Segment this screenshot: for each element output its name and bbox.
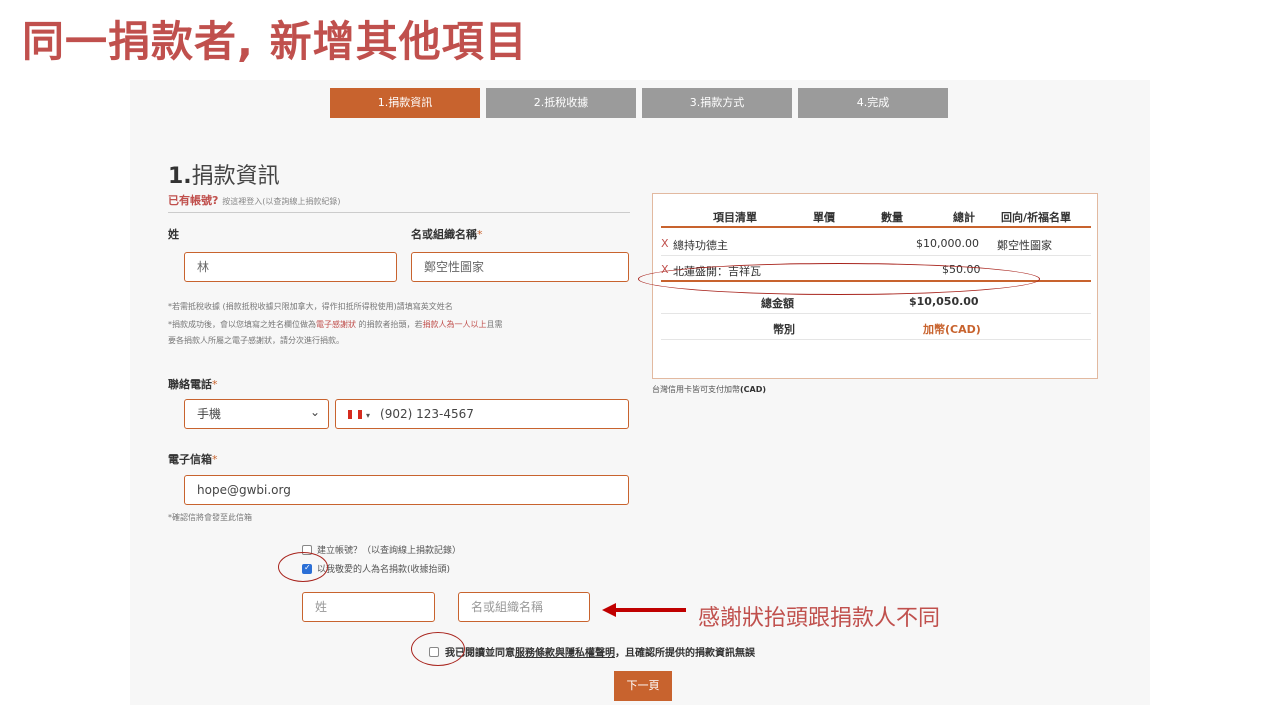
summary-currency-row: 幣別 加幣(CAD) [661,316,1091,340]
item-total: $10,000.00 [916,237,979,250]
terms-link[interactable]: 服務條款與隱私權聲明 [515,648,615,659]
last-name-input[interactable]: 林 [184,252,397,282]
thank-you-note: *捐款成功後，會以您填寫之姓名欄位做為電子感謝狀 的捐款者抬頭，若捐款人為一人以… [168,320,503,329]
header-dedication: 回向/祈福名單 [1001,211,1072,224]
create-account-label: 建立帳號？（以查詢線上捐款記錄） [317,546,462,556]
agree-label: 我已閱讀並同意服務條款與隱私權聲明，且確認所提供的捐款資訊無誤 [445,648,755,659]
create-account-row[interactable]: 建立帳號？（以查詢線上捐款記錄） [302,543,461,556]
slide-title: 同一捐款者, 新增其他項目 [22,17,528,66]
thank-you-note-cont: 要各捐款人所屬之電子感謝狀，請分次進行捐款。 [168,336,344,345]
summary-header-row: 項目清單 單價 數量 總計 回向/祈福名單 [661,204,1091,228]
honor-last-name-input[interactable]: 姓 [302,592,435,622]
item-name: 總持功德主 [673,239,728,252]
annotation-arrow-icon [602,603,686,617]
header-quantity: 數量 [881,211,903,224]
divider [168,212,630,213]
header-unit-price: 單價 [813,211,835,224]
canada-flag-icon[interactable] [348,410,362,419]
total-label: 總金額 [761,297,794,310]
login-prompt: 已有帳號? 按這裡登入(以查詢線上捐款紀錄) [168,192,340,208]
flag-dropdown-icon: ▾ [366,411,371,420]
honor-first-name-input[interactable]: 名或組織名稱 [458,592,590,622]
last-name-label: 姓 [168,228,179,241]
highlight-circle-checkbox [278,552,328,582]
phone-type-select[interactable]: 手機 ⌄ [184,399,329,429]
header-total: 總計 [953,211,975,224]
phone-label: 聯絡電話* [168,378,218,391]
step-tab-donation-info[interactable]: 1.捐款資訊 [330,88,480,118]
phone-number-input[interactable]: ▾ (902) 123-4567 [335,399,629,429]
login-link[interactable]: 按這裡登入(以查詢線上捐款紀錄) [222,197,340,206]
tax-receipt-note: *若需抵稅收據 (捐款抵稅收據只限加拿大，得作扣抵所得稅使用)請填寫英文姓名 [168,302,453,311]
email-note: *確認信將會發至此信箱 [168,513,252,522]
remove-item-button[interactable]: X [661,237,669,250]
total-value: $10,050.00 [909,295,979,308]
step-tab-tax-receipt[interactable]: 2.抵稅收據 [486,88,636,118]
first-name-input[interactable]: 鄭空性圖家 [411,252,629,282]
item-dedication: 鄭空性圖家 [997,239,1052,252]
highlight-ellipse-item [638,263,1040,295]
header-items: 項目清單 [713,211,757,224]
email-label: 電子信箱* [168,453,218,466]
agree-row[interactable]: 我已閱讀並同意服務條款與隱私權聲明，且確認所提供的捐款資訊無誤 [429,644,755,659]
cad-note: 台灣信用卡皆可支付加幣(CAD) [652,385,767,394]
section-number: 1. [168,164,192,189]
next-button[interactable]: 下一頁 [614,671,672,701]
annotation-text: 感謝狀抬頭跟捐款人不同 [698,606,941,631]
step-tabs: 1.捐款資訊 2.抵稅收據 3.捐款方式 4.完成 [330,88,948,118]
first-name-label: 名或組織名稱* [411,228,483,241]
section-heading: 1.捐款資訊 [168,158,280,190]
login-label: 已有帳號? [168,194,219,207]
currency-value: 加幣(CAD) [923,323,981,336]
section-title-text: 捐款資訊 [191,164,280,189]
highlight-circle-agree [411,632,465,666]
currency-label: 幣別 [773,323,795,336]
step-tab-complete[interactable]: 4.完成 [798,88,948,118]
honor-donation-label: 以我敬愛的人為名捐款(收據抬頭) [317,565,451,575]
summary-item-row: X 總持功德主 $10,000.00 鄭空性圖家 [661,232,1091,256]
step-tab-payment-method[interactable]: 3.捐款方式 [642,88,792,118]
email-input[interactable]: hope@gwbi.org [184,475,629,505]
chevron-down-icon: ⌄ [309,405,320,419]
